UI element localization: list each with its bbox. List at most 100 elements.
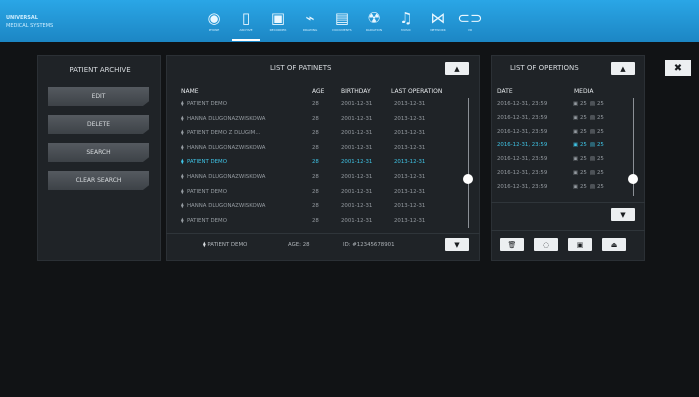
operation-row[interactable]: 2016-12-31, 23:59 ▣ 25 ▤ 25 [497,101,627,113]
operation-row[interactable]: 2016-12-31, 23:59 ▣ 25 ▤ 25 [497,115,627,127]
photo-count: 25 [580,170,587,176]
photo-count: 25 [580,128,587,135]
video-count: 25 [597,128,604,135]
glasses-icon: ⊂⊃ [457,9,483,27]
clear-search-button[interactable]: CLEAR SEARCH [48,171,149,190]
patient-name: HANNA DLUGONAZWISKOWA [187,144,266,151]
brand-logo: UNIVERSAL MEDICAL SYSTEMS [6,14,66,30]
comment-button[interactable]: ◌ [534,238,558,251]
edit-button[interactable]: EDIT [48,87,149,106]
patient-name: PATIENT DEMO [187,217,227,224]
nav-item-patient-archive[interactable]: ▯ ARCHIVE [230,10,262,41]
col-header-last-operation: LAST OPERATION [391,88,443,95]
operation-row[interactable]: 2016-12-31, 23:59 ▣ 25 ▤ 25 [497,142,627,154]
patient-drop-icon: ⧫ [181,203,184,210]
patient-birthday: 2001-12-31 [341,174,373,180]
music-icon: ♫ [399,9,413,27]
nav-item-document[interactable]: ▤ DOCUMENTS [326,10,358,38]
patients-scroll-up-button[interactable]: ▲ [445,62,469,75]
patients-scrollbar-handle[interactable] [463,174,473,184]
nav-item-label: RADIATION [365,28,383,32]
video-count: 25 [597,142,604,149]
nav-item-music[interactable]: ♫ MUSIC [390,10,422,38]
video-icon: ▤ [590,170,596,176]
footer-name-text: PATIENT DEMO [207,242,248,248]
export-button[interactable]: ⏏ [602,238,626,251]
patients-divider [166,233,480,234]
patient-row[interactable]: ⧫ PATIENT DEMO Z DLUGIM... 28 2001-12-31 201… [181,130,461,142]
operation-date: 2016-12-31, 23:59 [497,156,548,163]
patient-drop-icon: ⧫ [181,130,184,137]
photo-icon: ▣ [573,101,579,107]
patient-name: PATIENT DEMO [187,101,227,107]
patient-row[interactable]: ⧫ HANNA DLUGONAZWISKOWA 28 2001-12-31 2013-1… [181,174,461,186]
radiation-icon: ☢ [367,9,381,27]
operations-scroll-down-button[interactable]: ▼ [611,208,635,221]
operation-row[interactable]: 2016-12-31, 23:59 ▣ 25 ▤ 25 [497,129,627,141]
patient-row[interactable]: ⧫ PATIENT DEMO 28 2001-12-31 2013-12-31 [181,101,461,113]
nav-item-network[interactable]: ⋈ NETWORK [422,10,454,38]
patient-birthday: 2001-12-31 [341,130,373,137]
nav-item-camera[interactable]: ▣ RECORDER [262,10,294,38]
patient-drop-icon: ⧫ [181,217,184,224]
patient-birthday: 2001-12-31 [341,144,373,151]
patient-drop-icon: ⧫ [181,159,184,166]
network-icon: ⋈ [430,9,446,27]
patient-name: HANNA DLUGONAZWISKOWA [187,174,266,180]
nav-item-microphone[interactable]: ◉ PHONE [198,10,230,38]
patients-scrollbar-track[interactable] [468,98,469,228]
patient-name: HANNA DLUGONAZWISKOWA [187,203,266,210]
trash-icon: 🗑 [507,240,517,249]
patient-last-operation: 2013-12-31 [394,130,426,137]
patient-birthday: 2001-12-31 [341,101,373,107]
photo-icon: ▣ [573,183,579,190]
patients-scroll-down-button[interactable]: ▼ [445,238,469,251]
operation-date: 2016-12-31, 23:59 [497,183,548,190]
patient-row[interactable]: ⧫ HANNA DLUGONAZWISKOWA 28 2001-12-31 2013-1… [181,145,461,157]
video-count: 25 [597,156,604,163]
patients-list-panel [166,55,480,261]
photo-count: 25 [580,183,587,190]
patient-drop-icon: ⧫ [203,242,206,248]
nav-item-label: VR [467,28,473,32]
nav-icons: ◉ PHONE ▯ ARCHIVE ▣ RECORDER ⌁ DRAWING ▤ DOCUMENT… [198,10,486,41]
search-button[interactable]: SEARCH [48,143,149,162]
patient-row[interactable]: ⧫ HANNA DLUGONAZWISKOWA 28 2001-12-31 2013-1… [181,203,461,215]
photo-icon: ▣ [573,170,579,176]
export-icon: ⏏ [610,240,618,249]
col-header-age: AGE [312,88,325,95]
save-button[interactable]: ▣ [568,238,592,251]
document-icon: ▤ [334,9,350,27]
trash-button[interactable]: 🗑 [500,238,524,251]
patient-drop-icon: ⧫ [181,188,184,195]
operations-scrollbar-handle[interactable] [628,174,638,184]
patient-age: 28 [312,159,319,166]
photo-count: 25 [580,156,587,163]
selected-patient-name: ⧫ PATIENT DEMO [203,242,247,248]
top-navigation-bar: UNIVERSAL MEDICAL SYSTEMS ◉ PHONE ▯ ARCHIVE… [0,0,699,42]
patient-row[interactable]: ⧫ PATIENT DEMO 28 2001-12-31 2013-12-31 [181,189,461,201]
patient-last-operation: 2013-12-31 [394,115,426,122]
patient-drop-icon: ⧫ [181,115,184,122]
comment-icon: ◌ [542,240,550,249]
delete-button[interactable]: DELETE [48,115,149,134]
patient-archive-title: PATIENT ARCHIVE [69,66,131,74]
col-header-name: NAME [181,88,199,95]
nav-item-brush[interactable]: ⌁ DRAWING [294,10,326,38]
patient-row[interactable]: ⧫ PATIENT DEMO 28 2001-12-31 2013-12-31 [181,159,461,171]
video-count: 25 [597,101,604,107]
operation-row[interactable]: 2016-12-31, 23:59 ▣ 25 ▤ 25 [497,184,627,196]
patient-row[interactable]: ⧫ PATIENT DEMO 28 2001-12-31 2013-12-31 [181,218,461,230]
close-button[interactable]: ✖ [665,60,691,76]
nav-item-radiation[interactable]: ☢ RADIATION [358,10,390,38]
operations-divider-2 [491,230,645,231]
patient-row[interactable]: ⧫ HANNA DLUGONAZWISKOWA 28 2001-12-31 2013-1… [181,116,461,128]
operation-row[interactable]: 2016-12-31, 23:59 ▣ 25 ▤ 25 [497,156,627,168]
brand-line-1: UNIVERSAL [6,15,38,21]
patient-age: 28 [312,174,319,180]
nav-item-glasses[interactable]: ⊂⊃ VR [454,10,486,38]
video-icon: ▤ [590,183,596,190]
operations-scroll-up-button[interactable]: ▲ [611,62,635,75]
operation-row[interactable]: 2016-12-31, 23:59 ▣ 25 ▤ 25 [497,170,627,182]
nav-item-label: DRAWING [302,28,318,32]
